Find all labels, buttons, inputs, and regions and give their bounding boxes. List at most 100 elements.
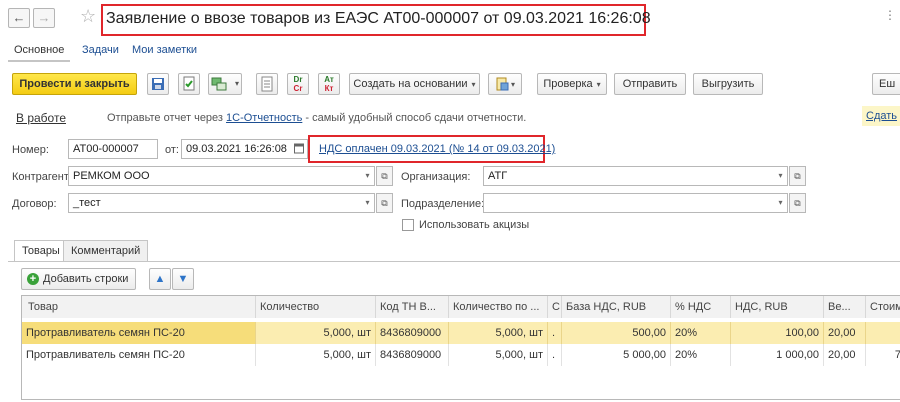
table-cell[interactable]: 20,00 bbox=[824, 344, 866, 366]
create-based-on-label: Создать на основании bbox=[353, 78, 468, 90]
use-excise-checkbox[interactable] bbox=[402, 219, 414, 231]
send-button[interactable]: Отправить bbox=[614, 73, 686, 95]
tab-my-notes[interactable]: Мои заметки bbox=[132, 44, 197, 56]
tab-main[interactable]: Основное bbox=[8, 44, 71, 62]
table-cell[interactable]: . bbox=[548, 322, 562, 344]
table-cell[interactable]: 1 000,00 bbox=[731, 344, 824, 366]
tabs-divider bbox=[8, 261, 900, 262]
counterparty-dropdown-icon[interactable]: ▾ bbox=[362, 166, 373, 186]
table-cell[interactable]: Протравливатель семян ПС-20 bbox=[22, 344, 256, 366]
table-cell[interactable]: 8436809000 bbox=[376, 344, 449, 366]
post-document-icon bbox=[183, 76, 195, 91]
calendar-icon[interactable] bbox=[294, 142, 304, 155]
contract-open-button[interactable]: ⧉ bbox=[376, 193, 393, 213]
column-header[interactable]: НДС, RUB bbox=[731, 296, 824, 318]
info-suffix: - самый удобный способ сдачи отчетности. bbox=[302, 112, 527, 124]
upload-button[interactable]: Выгрузить bbox=[693, 73, 763, 95]
organization-open-button[interactable]: ⧉ bbox=[789, 166, 806, 186]
back-button[interactable]: ← bbox=[8, 8, 30, 28]
document-status-link[interactable]: В работе bbox=[16, 111, 66, 125]
structure-icon bbox=[211, 77, 227, 91]
list-report-button[interactable] bbox=[256, 73, 278, 95]
column-header[interactable]: База НДС, RUB bbox=[562, 296, 671, 318]
at-kt-button[interactable]: Ат Кт bbox=[318, 73, 340, 95]
dr-cr-top: Dr bbox=[293, 75, 303, 84]
vat-paid-link[interactable]: НДС оплачен 09.03.2021 (№ 14 от 09.03.20… bbox=[319, 143, 555, 155]
counterparty-field[interactable]: РЕМКОМ ООО bbox=[68, 166, 375, 186]
division-open-button[interactable]: ⧉ bbox=[789, 193, 806, 213]
table-cell[interactable]: 7 bbox=[866, 344, 900, 366]
create-based-on-button[interactable]: Создать на основании ▾ bbox=[349, 73, 480, 95]
division-field[interactable] bbox=[483, 193, 788, 213]
table-cell[interactable]: 5,000, шт bbox=[256, 322, 376, 344]
table-cell[interactable]: 5,000, шт bbox=[256, 344, 376, 366]
contract-dropdown-icon[interactable]: ▾ bbox=[362, 193, 373, 213]
date-label: от: bbox=[165, 144, 179, 156]
post-button[interactable] bbox=[178, 73, 200, 95]
submit-report-link[interactable]: Сдать bbox=[862, 106, 900, 126]
dr-cr-button[interactable]: Dr Cr bbox=[287, 73, 309, 95]
add-icon: + bbox=[27, 273, 39, 286]
check-button[interactable]: Проверка ▾ bbox=[537, 73, 607, 95]
date-field[interactable]: 09.03.2021 16:26:08 bbox=[181, 139, 308, 159]
move-up-button[interactable]: ▲ bbox=[149, 268, 171, 290]
save-icon bbox=[152, 78, 164, 90]
table-header: Товар Количество Код ТН В... Количество … bbox=[22, 296, 900, 318]
table-cell[interactable]: 500,00 bbox=[562, 322, 671, 344]
table-cell[interactable]: Протравливатель семян ПС-20 bbox=[22, 322, 256, 344]
table-row[interactable]: Протравливатель семян ПС-20 5,000, шт 84… bbox=[22, 322, 900, 344]
division-dropdown-icon[interactable]: ▾ bbox=[775, 193, 786, 213]
organization-dropdown-icon[interactable]: ▾ bbox=[775, 166, 786, 186]
organization-field[interactable]: АТГ bbox=[483, 166, 788, 186]
division-label: Подразделение: bbox=[401, 198, 485, 210]
reporting-info: Отправьте отчет через 1С-Отчетность - са… bbox=[107, 112, 526, 124]
arrow-up-icon: ▲ bbox=[154, 273, 166, 285]
table-cell[interactable] bbox=[866, 322, 900, 344]
more-actions-icon[interactable]: ⋮ bbox=[884, 8, 897, 22]
post-and-close-button[interactable]: Провести и закрыть bbox=[12, 73, 137, 95]
table-cell[interactable]: 20% bbox=[671, 344, 731, 366]
chevron-down-icon: ▾ bbox=[510, 80, 515, 89]
forward-button[interactable]: → bbox=[33, 8, 55, 28]
table-row[interactable]: Протравливатель семян ПС-20 5,000, шт 84… bbox=[22, 344, 900, 366]
at-kt-top: Ат bbox=[324, 75, 334, 84]
tab-comment[interactable]: Комментарий bbox=[63, 240, 149, 261]
counterparty-open-button[interactable]: ⧉ bbox=[376, 166, 393, 186]
chevron-down-icon: ▾ bbox=[234, 79, 239, 88]
check-label: Проверка bbox=[543, 78, 593, 90]
favorite-star-icon[interactable]: ☆ bbox=[80, 6, 96, 27]
tab-tasks[interactable]: Задачи bbox=[82, 44, 119, 56]
tab-goods[interactable]: Товары bbox=[14, 240, 68, 262]
move-down-button[interactable]: ▼ bbox=[172, 268, 194, 290]
reporting-service-link[interactable]: 1С-Отчетность bbox=[226, 112, 302, 124]
table-cell[interactable]: 5,000, шт bbox=[449, 344, 548, 366]
use-excise-label: Использовать акцизы bbox=[419, 219, 530, 231]
column-header[interactable]: С bbox=[548, 296, 562, 318]
table-cell[interactable]: 5 000,00 bbox=[562, 344, 671, 366]
attachments-menu-button[interactable]: ▾ bbox=[488, 73, 522, 95]
column-header[interactable]: Стоим bbox=[866, 296, 900, 318]
column-header[interactable]: Код ТН В... bbox=[376, 296, 449, 318]
save-button[interactable] bbox=[147, 73, 169, 95]
column-header[interactable]: Товар bbox=[22, 296, 256, 318]
more-button-partial[interactable]: Еш bbox=[872, 73, 900, 95]
table-cell[interactable]: 8436809000 bbox=[376, 322, 449, 344]
table-cell[interactable]: 5,000, шт bbox=[449, 322, 548, 344]
contract-label: Договор: bbox=[12, 198, 57, 210]
column-header[interactable]: % НДС bbox=[671, 296, 731, 318]
at-kt-bottom: Кт bbox=[324, 84, 334, 93]
column-header[interactable]: Количество по ... bbox=[449, 296, 548, 318]
number-field[interactable]: АТ00-000007 bbox=[68, 139, 158, 159]
list-icon bbox=[261, 76, 273, 92]
table-cell[interactable]: 20,00 bbox=[824, 322, 866, 344]
add-rows-label: Добавить строки bbox=[43, 273, 129, 285]
table-cell[interactable]: . bbox=[548, 344, 562, 366]
dr-cr-bottom: Cr bbox=[293, 84, 303, 93]
table-cell[interactable]: 20% bbox=[671, 322, 731, 344]
add-rows-button[interactable]: + Добавить строки bbox=[21, 268, 136, 290]
print-menu-button[interactable]: ▾ bbox=[208, 73, 242, 95]
table-cell[interactable]: 100,00 bbox=[731, 322, 824, 344]
column-header[interactable]: Количество bbox=[256, 296, 376, 318]
contract-field[interactable]: _тест bbox=[68, 193, 375, 213]
column-header[interactable]: Ве... bbox=[824, 296, 866, 318]
